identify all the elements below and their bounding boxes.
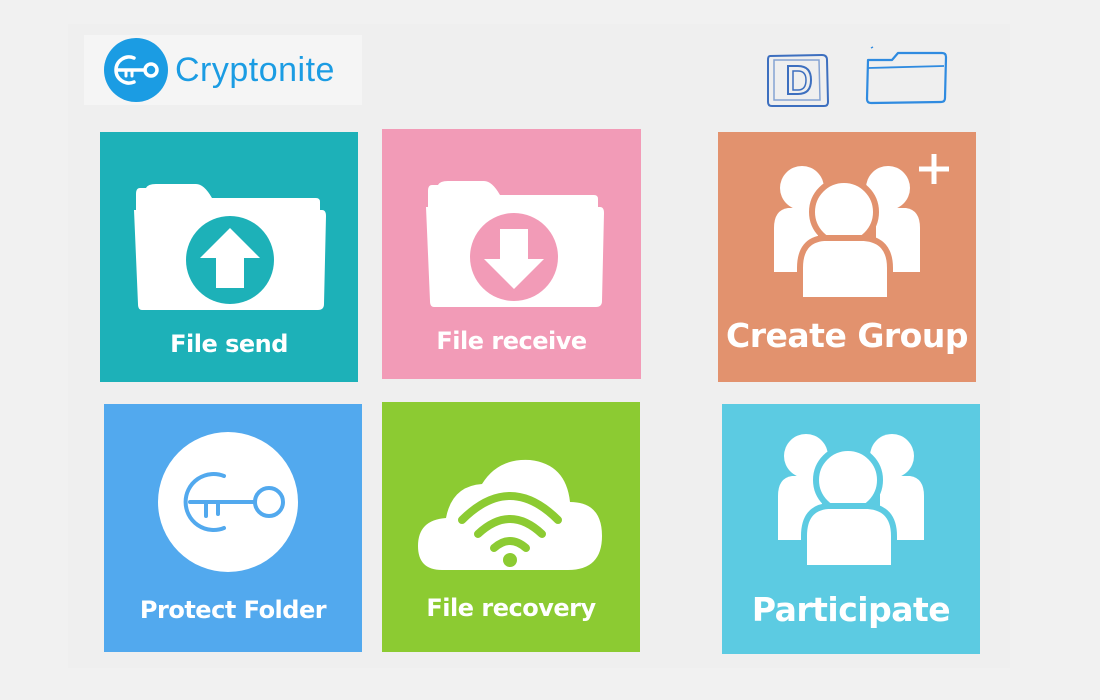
- file-send-button[interactable]: File send: [100, 132, 358, 382]
- file-send-label: File send: [170, 330, 288, 358]
- participate-label: Participate: [751, 590, 951, 629]
- app-title: Cryptonite: [175, 51, 335, 89]
- create-group-label: Create Group: [726, 316, 968, 355]
- protect-folder-button[interactable]: Protect Folder: [104, 404, 362, 652]
- key-logo-icon: [104, 38, 168, 102]
- drive-icon[interactable]: [764, 50, 832, 110]
- folder-icon[interactable]: [862, 46, 948, 106]
- file-recovery-button[interactable]: File recovery: [382, 402, 640, 652]
- file-receive-label: File receive: [436, 327, 587, 355]
- file-receive-button[interactable]: File receive: [382, 129, 641, 379]
- create-group-button[interactable]: Create Group: [718, 132, 976, 382]
- protect-folder-label: Protect Folder: [139, 596, 327, 624]
- file-recovery-label: File recovery: [426, 594, 596, 622]
- participate-button[interactable]: Participate: [722, 404, 980, 654]
